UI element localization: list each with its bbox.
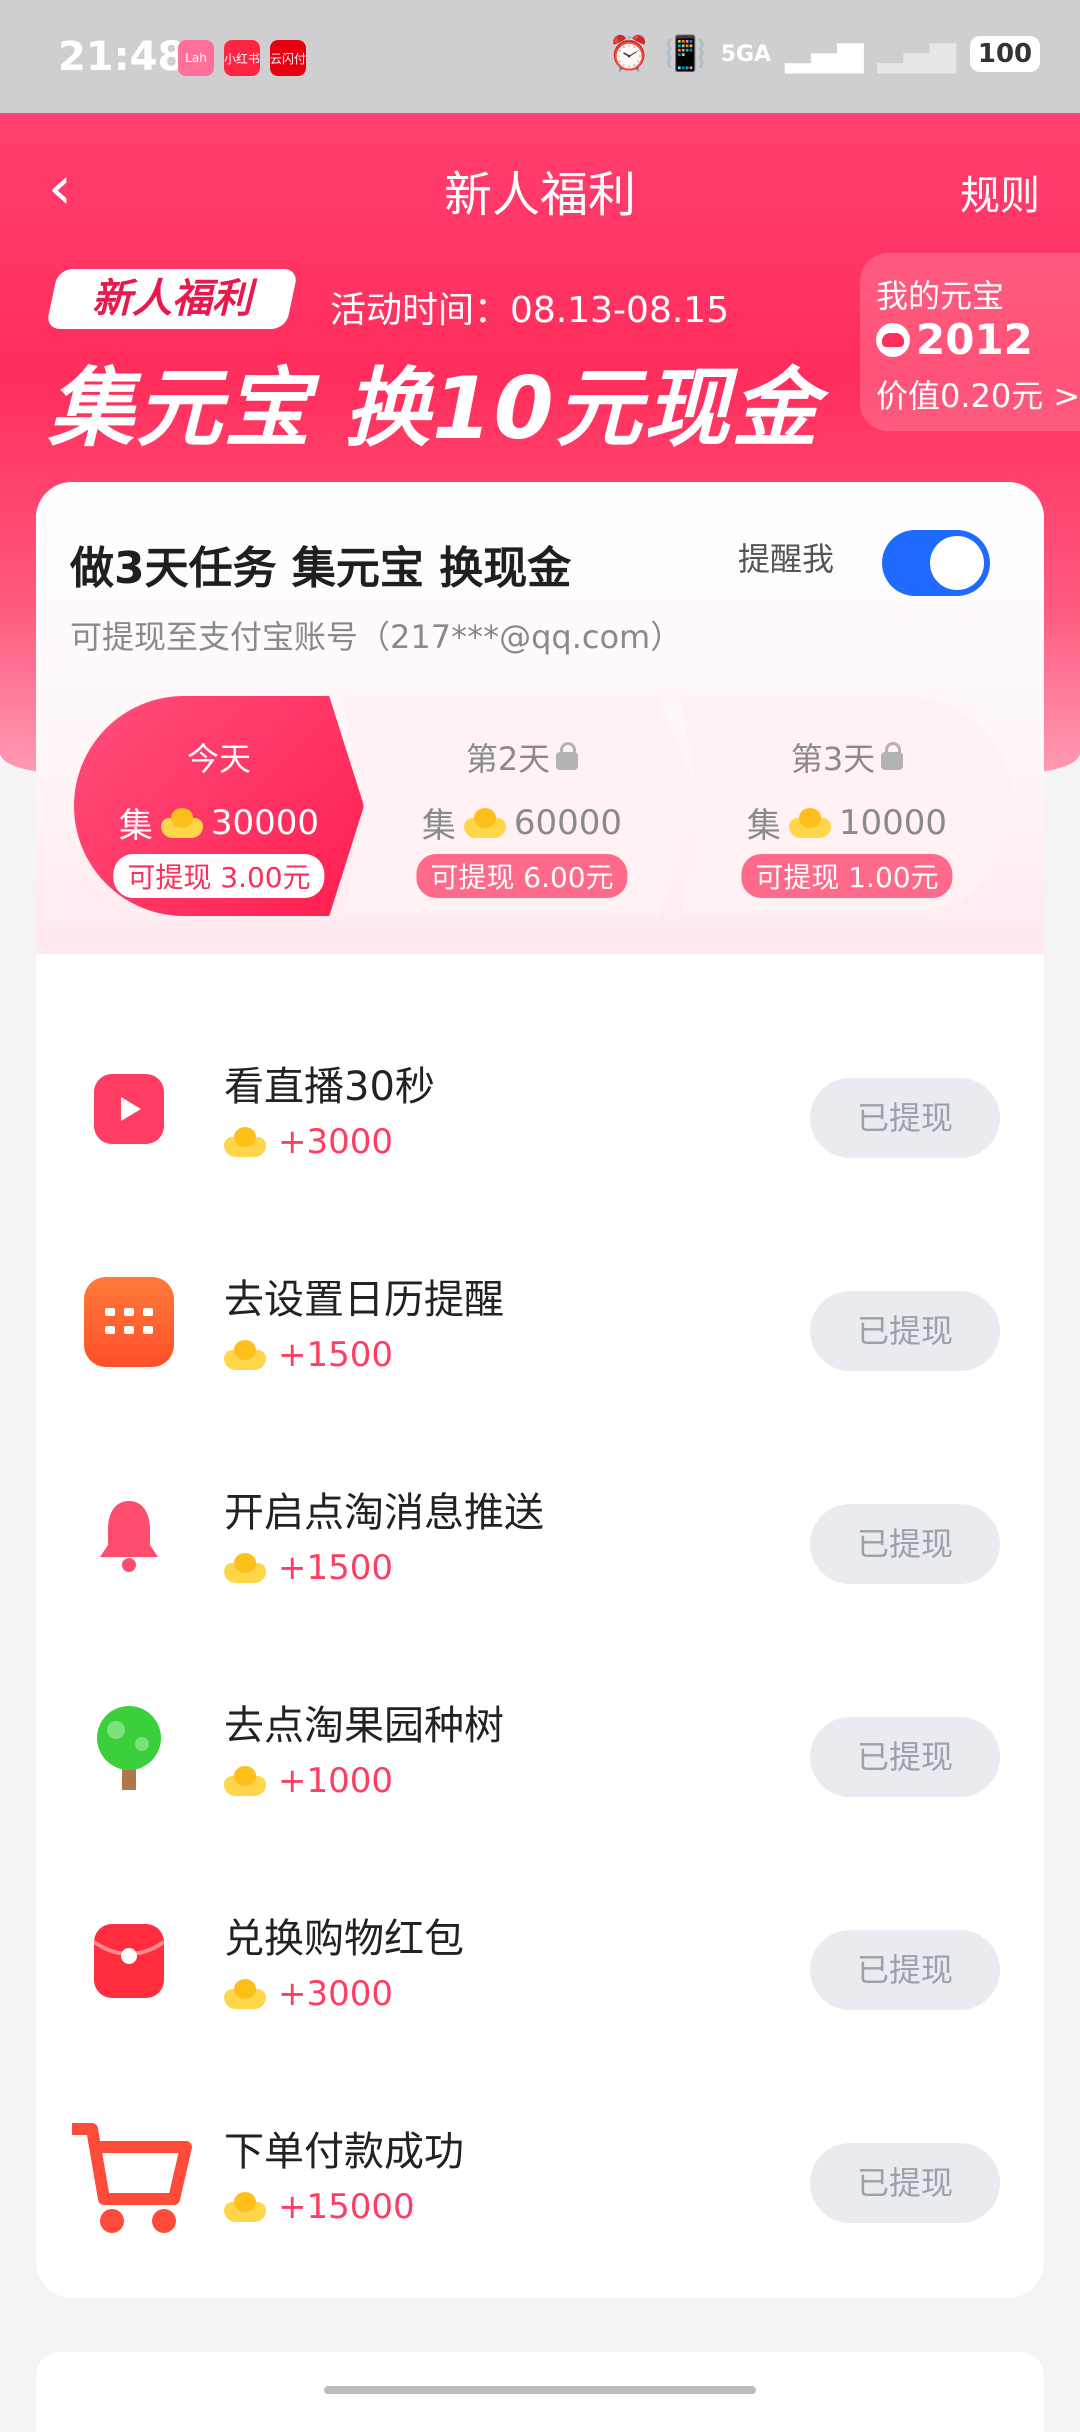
- withdraw-account: 可提现至支付宝账号（217***@qq.com）: [70, 618, 683, 656]
- task-row: 去点淘果园种树 +1000 已提现: [36, 1643, 1044, 1855]
- remind-toggle[interactable]: [882, 530, 990, 596]
- alarm-icon: ⏰: [608, 34, 651, 74]
- day-name: 今天: [186, 740, 251, 778]
- day-name: 第2天: [342, 734, 702, 780]
- task-row: 看直播30秒 +3000 已提现: [36, 1004, 1044, 1216]
- gold-ingot-icon: [463, 807, 506, 838]
- withdrawn-button[interactable]: 已提现: [810, 1291, 1000, 1371]
- coin-amount: 10000: [838, 802, 948, 843]
- card-title: 做3天任务 集元宝 换现金: [70, 543, 572, 594]
- remind-label: 提醒我: [738, 540, 835, 578]
- day-step-3[interactable]: 第3天 集 10000 可提现 1.00元: [680, 696, 1014, 916]
- lock-icon: [881, 742, 904, 770]
- reward-amount: +1000: [278, 1761, 394, 1801]
- vibrate-icon: 📳: [664, 34, 707, 74]
- collect-label: 集: [118, 806, 153, 846]
- home-indicator[interactable]: [324, 2386, 756, 2394]
- task-reward: +3000: [224, 1122, 393, 1162]
- task-card: 做3天任务 集元宝 换现金 提醒我 可提现至支付宝账号（217***@qq.co…: [36, 482, 1044, 2298]
- gold-ingot-icon: [224, 1979, 266, 2009]
- wallet-title: 我的元宝: [876, 277, 1005, 315]
- task-reward: +1500: [224, 1548, 393, 1588]
- day-progress: 今天 集 30000 可提现 3.00元 第2天 集 60000 可提现 6.0…: [74, 696, 1014, 916]
- day-name-text: 第3天: [790, 740, 876, 778]
- network-label: 5GA: [720, 41, 772, 67]
- promo-tag: 新人福利: [45, 269, 299, 329]
- activity-time: 活动时间：08.13-08.15: [330, 290, 730, 331]
- task-name: 去设置日历提醒: [224, 1277, 504, 1323]
- cash-badge: 可提现 1.00元: [741, 854, 953, 898]
- status-time: 21:48: [58, 34, 186, 80]
- signal-icon: ▂▄▆: [785, 34, 864, 74]
- coin-amount: 60000: [513, 802, 623, 843]
- wallet-amount: 2012: [916, 315, 1033, 364]
- gold-ingot-icon: [224, 1553, 266, 1583]
- task-name: 开启点淘消息推送: [224, 1490, 544, 1536]
- rules-link[interactable]: 规则: [960, 163, 1040, 221]
- toggle-knob: [930, 536, 984, 590]
- task-reward: +1500: [224, 1335, 393, 1375]
- cart-icon: [66, 2115, 196, 2245]
- withdrawn-button[interactable]: 已提现: [810, 2143, 1000, 2223]
- bell-icon: [84, 1490, 174, 1580]
- collect-label: 集: [421, 806, 456, 846]
- battery-icon: 100: [970, 36, 1040, 72]
- tree-icon: [84, 1703, 174, 1793]
- task-reward: +1000: [224, 1761, 393, 1801]
- task-reward: +15000: [224, 2187, 415, 2227]
- headline: 集元宝 换10元现金: [48, 359, 820, 459]
- page-title: 新人福利: [443, 167, 636, 223]
- app-notification-icon: Lah: [178, 40, 214, 76]
- gold-ingot-icon: [224, 1127, 266, 1157]
- reward-amount: +1500: [278, 1335, 394, 1375]
- app-notification-icon: 云闪付: [270, 40, 306, 76]
- cash-badge: 可提现 3.00元: [113, 854, 325, 898]
- app-notification-icon: 小红书: [224, 40, 260, 76]
- reward-amount: +3000: [278, 1122, 394, 1162]
- day-name-text: 第2天: [465, 740, 551, 778]
- red-envelope-icon: [94, 1924, 164, 1998]
- withdrawn-button[interactable]: 已提现: [810, 1930, 1000, 2010]
- wallet-amount-row: 2012: [876, 315, 1033, 364]
- reward-amount: +15000: [278, 2187, 415, 2227]
- task-row: 开启点淘消息推送 +1500 已提现: [36, 1430, 1044, 1642]
- day-name: 第3天: [680, 734, 1014, 780]
- ingot-icon: [876, 322, 910, 357]
- task-row: 兑换购物红包 +3000 已提现: [36, 1856, 1044, 2068]
- day-coins: 集 10000: [680, 798, 1014, 847]
- wallet-value[interactable]: 价值0.20元 >: [876, 371, 1080, 417]
- day-step-today[interactable]: 今天 集 30000 可提现 3.00元: [74, 696, 364, 916]
- play-icon: [94, 1074, 164, 1144]
- lock-icon: [556, 742, 579, 770]
- coin-amount: 30000: [210, 802, 320, 843]
- gold-ingot-icon: [788, 807, 831, 838]
- reward-amount: +1500: [278, 1548, 394, 1588]
- withdrawn-button[interactable]: 已提现: [810, 1717, 1000, 1797]
- my-ingots-panel[interactable]: 我的元宝 2012 价值0.20元 >: [860, 253, 1080, 431]
- withdrawn-button[interactable]: 已提现: [810, 1078, 1000, 1158]
- gold-ingot-icon: [224, 1766, 266, 1796]
- reward-amount: +3000: [278, 1974, 394, 2014]
- day-step-2[interactable]: 第2天 集 60000 可提现 6.00元: [342, 696, 702, 916]
- gold-ingot-icon: [160, 807, 203, 838]
- task-name: 下单付款成功: [224, 2129, 464, 2175]
- gold-ingot-icon: [224, 1340, 266, 1370]
- withdrawn-button[interactable]: 已提现: [810, 1504, 1000, 1584]
- task-row: 去设置日历提醒 +1500 已提现: [36, 1217, 1044, 1429]
- day-coins: 集 30000: [74, 798, 364, 847]
- task-reward: +3000: [224, 1974, 393, 2014]
- task-name: 看直播30秒: [224, 1064, 435, 1110]
- day-coins: 集 60000: [342, 798, 702, 847]
- collect-label: 集: [746, 806, 781, 846]
- calendar-icon: [84, 1277, 174, 1367]
- promo-tag-label: 新人福利: [92, 276, 252, 322]
- task-name: 去点淘果园种树: [224, 1703, 504, 1749]
- status-bar: 21:48 Lah 小红书 云闪付 ⏰ 📳 5GA ▂▄▆ ▂▄▆ 100: [0, 0, 1080, 113]
- task-row: 下单付款成功 +15000 已提现: [36, 2069, 1044, 2281]
- gold-ingot-icon: [224, 2192, 266, 2222]
- cash-badge: 可提现 6.00元: [416, 854, 628, 898]
- card-header: 做3天任务 集元宝 换现金 提醒我 可提现至支付宝账号（217***@qq.co…: [36, 482, 1044, 954]
- task-name: 兑换购物红包: [224, 1916, 464, 1962]
- signal-icon: ▂▄▆: [877, 34, 956, 74]
